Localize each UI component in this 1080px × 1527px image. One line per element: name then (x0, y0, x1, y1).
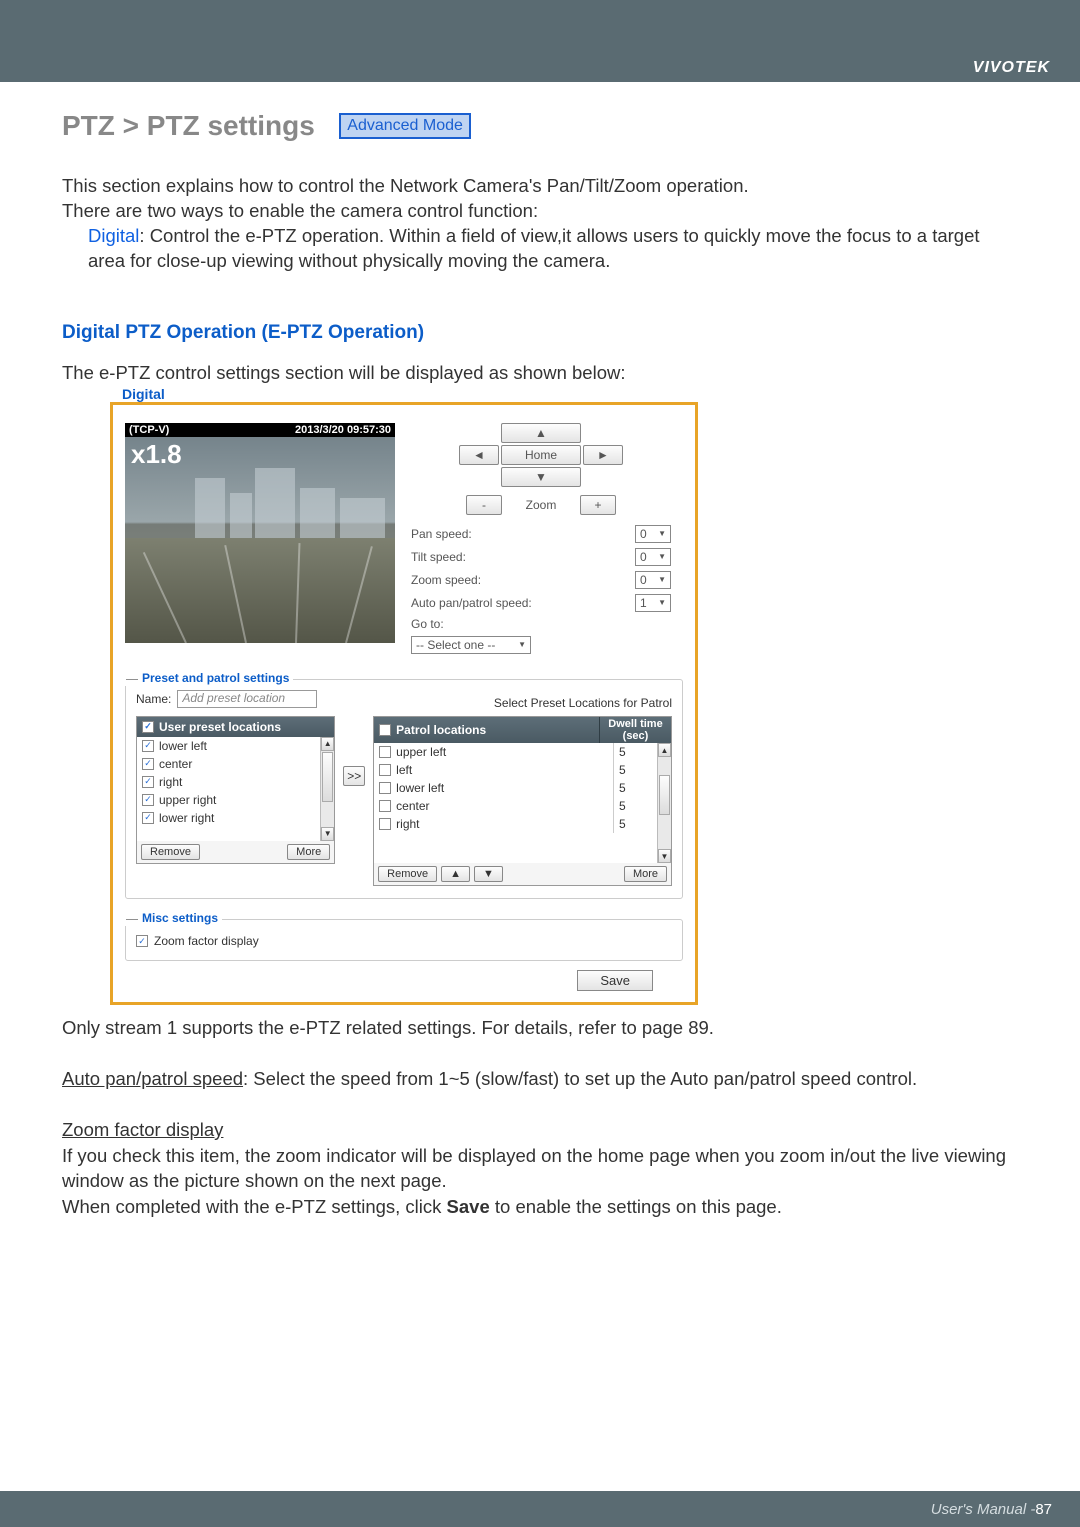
table-row[interactable]: right5 (374, 815, 671, 833)
scrollbar[interactable]: ▲ ▼ (657, 743, 671, 863)
more-preset-button[interactable]: More (287, 844, 330, 860)
section-heading: Digital PTZ Operation (E-PTZ Operation) (62, 322, 1018, 344)
zoom-indicator: x1.8 (131, 439, 389, 470)
table-row[interactable]: upper left5 (374, 743, 671, 761)
name-label: Name: (136, 692, 171, 706)
save-note-a: When completed with the e-PTZ settings, … (62, 1196, 447, 1217)
list-item[interactable]: upper right (137, 791, 334, 809)
after-l1: Only stream 1 supports the e-PTZ related… (62, 1015, 1018, 1041)
save-note-b: Save (447, 1196, 490, 1217)
table-row[interactable]: lower left5 (374, 779, 671, 797)
misc-fieldset: — Misc settings Zoom factor display (125, 919, 683, 961)
zoom-speed-select[interactable]: 0▼ (635, 571, 671, 589)
zoom-factor-heading: Zoom factor display (62, 1117, 1018, 1143)
more-patrol-button[interactable]: More (624, 866, 667, 882)
intro-line-1: This section explains how to control the… (62, 174, 1018, 199)
select-patrol-label: Select Preset Locations for Patrol (494, 696, 672, 710)
remove-patrol-button[interactable]: Remove (378, 866, 437, 882)
save-button[interactable]: Save (577, 970, 653, 991)
zoom-out-button[interactable]: - (466, 495, 502, 515)
scrollbar[interactable]: ▲ ▼ (320, 737, 334, 841)
goto-select[interactable]: -- Select one --▼ (411, 636, 531, 654)
patrol-listbox: Patrol locations Dwell time (sec) upper … (373, 716, 672, 886)
preset-name-input[interactable]: Add preset location (177, 690, 317, 708)
preview-timestamp: 2013/3/20 09:57:30 (295, 424, 391, 436)
move-up-button[interactable]: ▲ (441, 866, 470, 882)
user-preset-header: User preset locations (159, 720, 281, 734)
tilt-down-button[interactable]: ▼ (501, 467, 581, 487)
digital-label: Digital (88, 225, 139, 246)
footer: User's Manual - 87 (0, 1491, 1080, 1527)
zoom-factor-label: Zoom factor display (154, 934, 259, 948)
zoom-label: Zoom (506, 498, 576, 512)
table-row[interactable]: center5 (374, 797, 671, 815)
transfer-button[interactable]: >> (343, 766, 365, 786)
list-item[interactable]: center (137, 755, 334, 773)
camera-preview: (TCP-V) 2013/3/20 09:57:30 x1.8 (125, 423, 395, 643)
save-note-c: to enable the settings on this page. (490, 1196, 782, 1217)
pan-right-button[interactable]: ► (583, 445, 623, 465)
patrol-header: Patrol locations (396, 723, 486, 737)
home-button[interactable]: Home (501, 445, 581, 465)
eptz-panel: (TCP-V) 2013/3/20 09:57:30 x1.8 (110, 402, 698, 1005)
auto-speed-text: : Select the speed from 1~5 (slow/fast) … (243, 1068, 917, 1089)
misc-legend: Misc settings (138, 911, 222, 925)
move-down-button[interactable]: ▼ (474, 866, 503, 882)
remove-preset-button[interactable]: Remove (141, 844, 200, 860)
tilt-up-button[interactable]: ▲ (501, 423, 581, 443)
digital-tab[interactable]: Digital (122, 386, 1018, 402)
auto-speed-label: Auto pan/patrol speed: (411, 596, 532, 610)
page-number: 87 (1035, 1501, 1052, 1518)
pan-speed-label: Pan speed: (411, 527, 472, 541)
goto-label: Go to: (411, 617, 444, 631)
zoom-factor-checkbox[interactable] (136, 935, 148, 947)
intro-line-2: There are two ways to enable the camera … (62, 199, 1018, 224)
digital-text: : Control the e-PTZ operation. Within a … (88, 225, 980, 271)
user-preset-listbox: User preset locations lower left center … (136, 716, 335, 864)
zoom-speed-label: Zoom speed: (411, 573, 481, 587)
pan-left-button[interactable]: ◄ (459, 445, 499, 465)
tilt-speed-label: Tilt speed: (411, 550, 466, 564)
list-item[interactable]: right (137, 773, 334, 791)
list-item[interactable]: lower right (137, 809, 334, 827)
auto-speed-heading: Auto pan/patrol speed (62, 1068, 243, 1089)
tilt-speed-select[interactable]: 0▼ (635, 548, 671, 566)
select-all-presets-checkbox[interactable] (142, 721, 154, 733)
preview-source: (TCP-V) (129, 424, 169, 436)
sub-intro: The e-PTZ control settings section will … (62, 362, 1018, 384)
zoom-factor-text: If you check this item, the zoom indicat… (62, 1143, 1018, 1194)
preset-legend: Preset and patrol settings (138, 671, 293, 685)
list-item[interactable]: lower left (137, 737, 334, 755)
footer-label: User's Manual - (931, 1501, 1036, 1518)
table-row[interactable]: left5 (374, 761, 671, 779)
auto-speed-select[interactable]: 1▼ (635, 594, 671, 612)
brand-label: VIVOTEK (973, 59, 1050, 77)
preset-patrol-fieldset: — Preset and patrol settings Name: Add p… (125, 679, 683, 899)
advanced-mode-badge: Advanced Mode (339, 113, 471, 139)
dwell-header: Dwell time (sec) (599, 717, 671, 743)
page-title: PTZ > PTZ settings (62, 110, 315, 142)
select-all-patrol-checkbox[interactable] (379, 724, 391, 736)
zoom-in-button[interactable]: + (580, 495, 616, 515)
pan-speed-select[interactable]: 0▼ (635, 525, 671, 543)
